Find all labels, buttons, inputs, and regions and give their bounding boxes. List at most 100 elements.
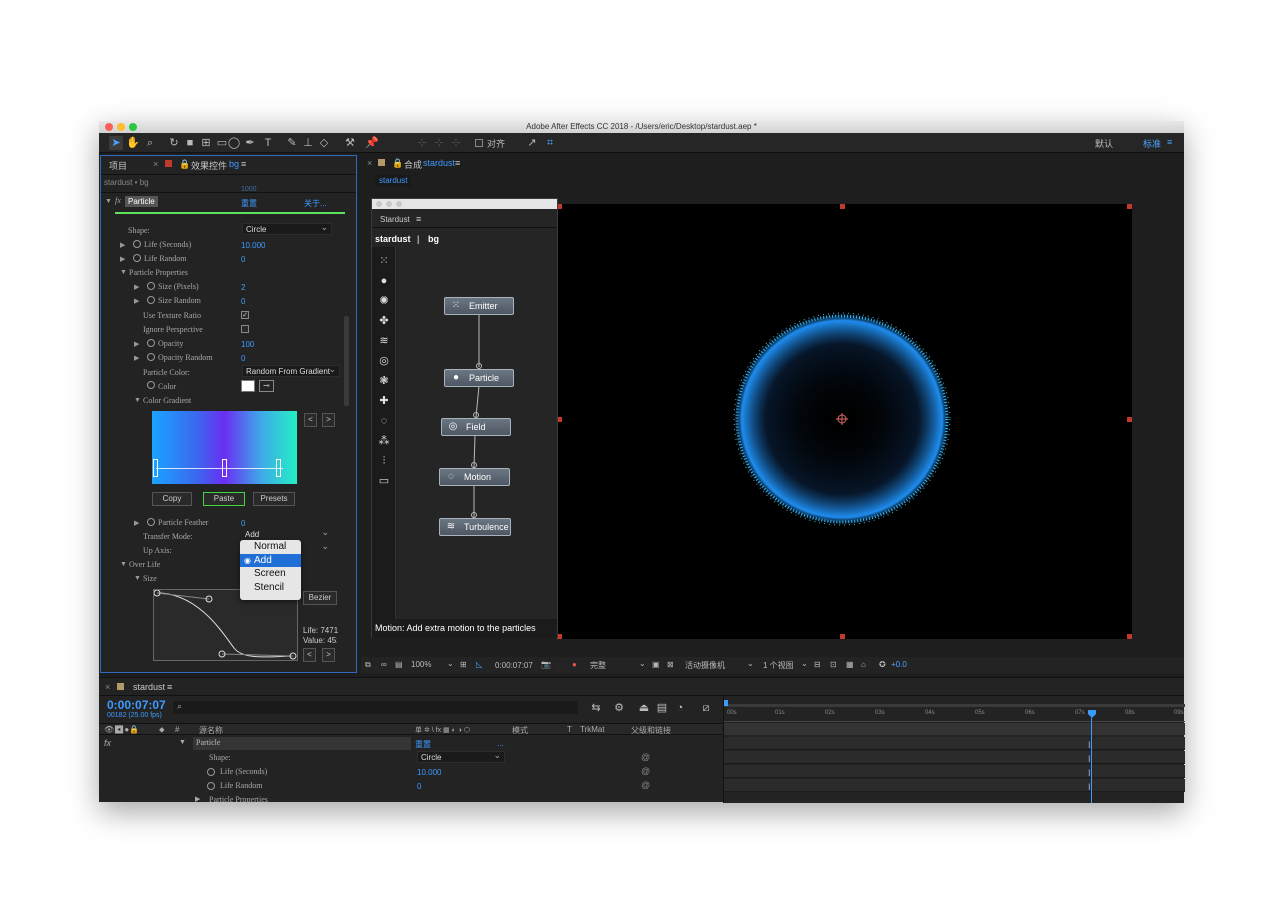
menu-item-normal[interactable]: Normal (240, 540, 301, 554)
stopwatch-icon[interactable] (147, 353, 155, 361)
expand-life-random-icon[interactable]: ▶ (120, 255, 125, 263)
tab-project[interactable]: 项目 (109, 159, 127, 172)
presets-button[interactable]: Presets (253, 492, 295, 506)
particle-color-dropdown[interactable]: Random From Gradient (242, 364, 340, 377)
size-random-value[interactable]: 0 (241, 297, 245, 306)
comp-tab-label[interactable]: 合成 (404, 158, 422, 171)
comp-viewer[interactable] (557, 204, 1132, 639)
snap-grid-icon[interactable]: ⌗ (543, 136, 557, 150)
zoom-tool-icon[interactable]: ⌕ (143, 136, 157, 150)
tab-effect-layer[interactable]: bg (229, 159, 239, 169)
comp-tab-name[interactable]: stardust (423, 158, 455, 168)
expand-feather-icon[interactable]: ▶ (134, 519, 139, 527)
frame-blending-icon[interactable]: ▤ (655, 701, 669, 715)
node-turbulence[interactable]: ≋ Turbulence (439, 518, 511, 536)
collapse-layer-icon[interactable]: ▼ (179, 739, 186, 746)
mask-visibility-icon[interactable]: ◺ (476, 660, 482, 669)
about-link[interactable]: 关于... (304, 198, 327, 209)
hand-tool-icon[interactable]: ✋ (126, 136, 140, 150)
gradient-stop-handle[interactable] (222, 459, 227, 477)
reset-link[interactable]: 重置 (241, 198, 257, 209)
axis-view-icon[interactable]: ⊹ (449, 136, 463, 150)
pan-behind-tool-icon[interactable]: ⊞ (199, 136, 213, 150)
snap-checkbox[interactable] (475, 139, 483, 147)
resolution-dropdown[interactable]: 完整 (590, 660, 606, 671)
tl-life-value[interactable]: 10.000 (417, 768, 441, 777)
roto-brush-tool-icon[interactable]: ⚒ (343, 136, 357, 150)
timeline-search-input[interactable]: ⌕ (173, 701, 578, 714)
life-value[interactable]: 10.000 (241, 241, 265, 250)
layer-effect-name[interactable]: Particle (193, 737, 411, 750)
menu-item-add[interactable]: ◉ Add (240, 553, 301, 567)
motion-blur-icon[interactable]: ◔ (673, 701, 687, 715)
selection-tool-icon[interactable]: ➤ (109, 136, 123, 150)
pickwhip-icon[interactable]: @ (641, 780, 650, 790)
camera-tool-icon[interactable]: ■ (183, 136, 197, 150)
snap-option-icon[interactable]: ↗ (525, 136, 539, 150)
grid-icon[interactable]: ⊞ (460, 660, 467, 669)
workspace-standard[interactable]: 标准 (1143, 137, 1161, 150)
type-tool-icon[interactable]: T (261, 136, 275, 150)
node-emitter[interactable]: ⁙ Emitter (444, 297, 514, 315)
stopwatch-icon[interactable] (147, 296, 155, 304)
preview-toggle-icon[interactable]: ⧉ (365, 660, 371, 670)
3d-glasses-icon[interactable]: ∞ (381, 660, 387, 669)
stopwatch-icon[interactable] (133, 254, 141, 262)
collapse-over-life-icon[interactable]: ▼ (120, 561, 127, 568)
timeline-menu-icon[interactable]: ≡ (167, 682, 172, 692)
collapse-particle-props-icon[interactable]: ▼ (120, 269, 127, 276)
curve-next-button[interactable]: > (322, 648, 335, 662)
rotate-tool-icon[interactable]: ↻ (167, 136, 181, 150)
paste-button[interactable]: Paste (203, 492, 245, 506)
layer-row-particle[interactable]: fx ▼ Particle 重置 ... (99, 737, 722, 751)
layer-reset-link[interactable]: 重置 (415, 739, 431, 750)
comp-menu-icon[interactable]: ≡ (455, 158, 460, 168)
close-comp-tab-icon[interactable]: × (367, 158, 372, 168)
snapshot-icon[interactable]: 📷 (541, 660, 551, 669)
timeline-tab-name[interactable]: stardust (133, 682, 165, 692)
stopwatch-icon[interactable] (207, 768, 215, 776)
bezier-button[interactable]: Bezier (303, 591, 337, 605)
curve-prev-button[interactable]: < (303, 648, 316, 662)
effect-expand-icon[interactable]: ▼ (105, 198, 112, 205)
gradient-prev-button[interactable]: < (304, 413, 317, 427)
toggle-pixel-icon[interactable]: ⊟ (814, 660, 821, 669)
expand-life-icon[interactable]: ▶ (120, 241, 125, 249)
eyedropper-icon[interactable]: ⊸ (259, 380, 274, 392)
panel-menu-icon[interactable]: ≡ (241, 159, 246, 169)
expand-size-random-icon[interactable]: ▶ (134, 297, 139, 305)
copy-button[interactable]: Copy (152, 492, 192, 506)
channel-icon[interactable]: ● (572, 660, 577, 669)
particle-feather-value[interactable]: 0 (241, 519, 245, 528)
timeline-timecode[interactable]: 0:00:07:07 (107, 698, 166, 712)
expand-particle-props-icon[interactable]: ▶ (195, 795, 200, 803)
node-particle[interactable]: ● Particle (444, 369, 514, 387)
expand-size-icon[interactable]: ▶ (134, 283, 139, 291)
pen-tool-icon[interactable]: ✒ (243, 136, 257, 150)
opacity-value[interactable]: 100 (241, 340, 254, 349)
region-of-interest-icon[interactable]: ▤ (395, 660, 403, 669)
stopwatch-icon[interactable] (147, 339, 155, 347)
tl-shape-dropdown[interactable]: Circle (417, 750, 505, 763)
exposure-icon[interactable]: ✪ (879, 660, 886, 669)
expand-opacity-icon[interactable]: ▶ (134, 340, 139, 348)
workspace-menu-icon[interactable]: ≡ (1167, 137, 1172, 147)
show-snapshot-icon[interactable]: ◌ (557, 660, 562, 669)
zoom-dropdown[interactable]: 100% (411, 660, 431, 669)
opacity-random-value[interactable]: 0 (241, 354, 245, 363)
views-dropdown[interactable]: 1 个视图 (763, 660, 794, 671)
current-time-indicator[interactable] (1091, 718, 1092, 803)
fx-icon[interactable]: fx (115, 196, 121, 205)
gradient-next-button[interactable]: > (322, 413, 335, 427)
transparency-grid-icon[interactable]: ⊠ (667, 660, 674, 669)
color-gradient-preview[interactable] (152, 411, 297, 484)
layer-more-link[interactable]: ... (497, 739, 504, 748)
expand-opacity-random-icon[interactable]: ▶ (134, 354, 139, 362)
close-tab-icon[interactable]: × (153, 159, 158, 169)
fast-preview-icon[interactable]: ▣ (652, 660, 660, 669)
camera-dropdown[interactable]: 活动摄像机 (685, 660, 725, 671)
hide-shy-layers-icon[interactable]: ⏏ (637, 701, 651, 715)
collapse-size-curve-icon[interactable]: ▼ (134, 575, 141, 582)
stopwatch-icon[interactable] (147, 518, 155, 526)
life-random-value[interactable]: 0 (241, 255, 245, 264)
